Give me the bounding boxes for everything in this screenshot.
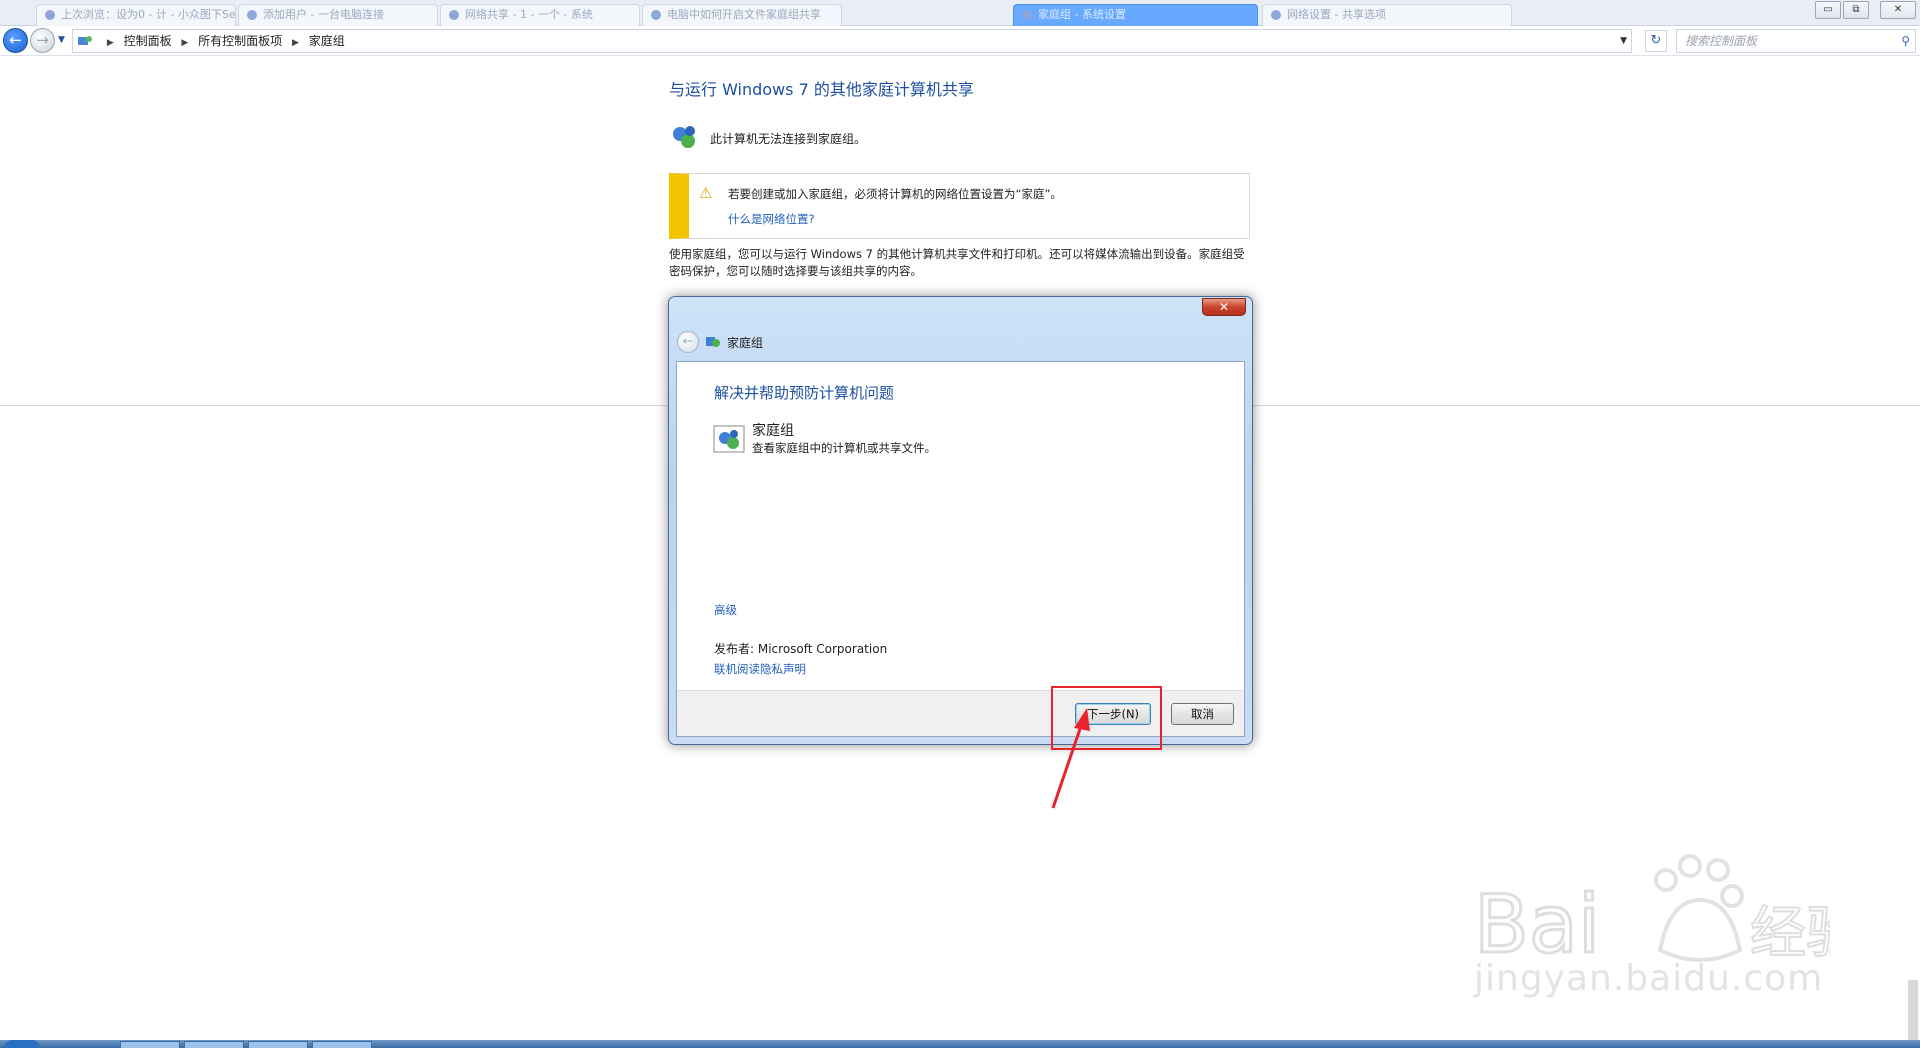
- tab-favicon-icon: [449, 10, 459, 20]
- minimize-button[interactable]: ▭: [1815, 1, 1841, 19]
- browser-tab[interactable]: 网络共享 - 1 - 一个 - 系统: [440, 4, 640, 26]
- address-dropdown-icon[interactable]: ▼: [1620, 30, 1627, 52]
- browser-tab-active[interactable]: 家庭组 - 系统设置: [1013, 4, 1258, 26]
- search-input[interactable]: 搜索控制面板 ⚲: [1676, 29, 1916, 53]
- breadcrumb-control-panel[interactable]: 控制面板: [124, 34, 172, 48]
- browser-tab[interactable]: 电脑中如何开启文件家庭组共享: [642, 4, 842, 26]
- page-title: 与运行 Windows 7 的其他家庭计算机共享: [669, 80, 974, 99]
- homegroup-description: 使用家庭组，您可以与运行 Windows 7 的其他计算机共享文件和打印机。还可…: [669, 247, 1245, 278]
- breadcrumb-all-items[interactable]: 所有控制面板项: [198, 34, 282, 48]
- tab-label: 添加用户 - 一台电脑连接: [263, 8, 384, 21]
- tab-label: 网络设置 - 共享选项: [1287, 8, 1386, 21]
- tab-favicon-icon: [1271, 10, 1281, 20]
- taskbar-button[interactable]: [312, 1041, 372, 1048]
- control-panel-icon: [78, 35, 92, 45]
- back-button[interactable]: ←: [3, 28, 28, 53]
- breadcrumb[interactable]: ▶ 控制面板 ▶ 所有控制面板项 ▶ 家庭组 ▼: [72, 29, 1632, 53]
- svg-text:经验: 经验: [1750, 901, 1830, 966]
- tab-label: 网络共享 - 1 - 一个 - 系统: [465, 8, 593, 21]
- status-text: 此计算机无法连接到家庭组。: [710, 132, 867, 146]
- tab-label: 电脑中如何开启文件家庭组共享: [667, 8, 821, 21]
- homegroup-icon: [673, 126, 695, 148]
- tab-favicon-icon: [247, 10, 257, 20]
- dialog-body: 解决并帮助预防计算机问题 家庭组 查看家庭组中的计算机或共享文件。 高级 发布者…: [676, 361, 1245, 737]
- breadcrumb-separator: ▶: [181, 38, 189, 48]
- homegroup-small-icon: [706, 337, 720, 347]
- homegroup-troubleshooter-dialog: ✕ ← 家庭组 解决并帮助预防计算机问题 家庭组 查看家庭组中的计算机或共享文件…: [668, 296, 1253, 745]
- taskbar-button[interactable]: [184, 1041, 244, 1048]
- privacy-statement-link[interactable]: 联机阅读隐私声明: [714, 661, 806, 677]
- tab-favicon-icon: [45, 10, 55, 20]
- cancel-button[interactable]: 取消: [1171, 703, 1234, 725]
- warning-text: 若要创建或加入家庭组，必须将计算机的网络位置设置为“家庭”。: [728, 187, 1062, 201]
- advanced-link[interactable]: 高级: [714, 602, 737, 618]
- watermark-domain: jingyan.baidu.com: [1474, 958, 1824, 999]
- network-location-link[interactable]: 什么是网络位置?: [728, 211, 815, 227]
- tab-label: 家庭组 - 系统设置: [1038, 8, 1126, 21]
- homegroup-icon: [713, 425, 745, 453]
- scrollbar-thumb[interactable]: [1908, 980, 1918, 1048]
- dialog-close-button[interactable]: ✕: [1202, 298, 1246, 316]
- dialog-heading: 解决并帮助预防计算机问题: [714, 384, 895, 402]
- breadcrumb-separator: ▶: [106, 38, 114, 48]
- warning-box: ⚠ 若要创建或加入家庭组，必须将计算机的网络位置设置为“家庭”。 什么是网络位置…: [669, 173, 1250, 239]
- breadcrumb-separator: ▶: [292, 38, 299, 48]
- history-dropdown-icon[interactable]: ▼: [58, 35, 65, 45]
- troubleshooter-description: 查看家庭组中的计算机或共享文件。: [752, 441, 936, 455]
- start-button[interactable]: [4, 1040, 40, 1048]
- refresh-button[interactable]: ↻: [1645, 30, 1667, 52]
- address-bar: ← → ▼ ▶ 控制面板 ▶ 所有控制面板项 ▶ 家庭组 ▼ ↻ 搜索控制面板 …: [0, 26, 1920, 56]
- tab-strip: 上次浏览：设为0 - 计 - 小众图下Se 添加用户 - 一台电脑连接 网络共享…: [0, 0, 1920, 26]
- search-placeholder: 搜索控制面板: [1685, 34, 1758, 48]
- publisher-text: 发布者: Microsoft Corporation: [714, 642, 888, 656]
- tab-favicon-icon: [651, 10, 661, 20]
- troubleshooter-title: 家庭组: [752, 423, 794, 439]
- tab-label: 上次浏览：设为0 - 计 - 小众图下Se: [61, 8, 236, 21]
- search-icon[interactable]: ⚲: [1901, 30, 1910, 52]
- close-window-button[interactable]: ✕: [1880, 1, 1916, 19]
- tab-favicon-icon: [1022, 10, 1032, 20]
- browser-tab[interactable]: 添加用户 - 一台电脑连接: [238, 4, 438, 26]
- breadcrumb-homegroup[interactable]: 家庭组: [309, 34, 345, 48]
- taskbar-button[interactable]: [248, 1041, 308, 1048]
- forward-button[interactable]: →: [30, 28, 55, 53]
- browser-tab[interactable]: 上次浏览：设为0 - 计 - 小众图下Se: [36, 4, 236, 26]
- annotation-highlight-box: [1051, 686, 1162, 750]
- warning-icon: ⚠: [699, 184, 713, 202]
- browser-tab[interactable]: 网络设置 - 共享选项: [1262, 4, 1512, 26]
- maximize-button[interactable]: ⧉: [1843, 1, 1869, 19]
- taskbar-button[interactable]: [120, 1041, 180, 1048]
- dialog-back-button[interactable]: ←: [677, 331, 699, 353]
- dialog-nav-title: 家庭组: [727, 336, 764, 350]
